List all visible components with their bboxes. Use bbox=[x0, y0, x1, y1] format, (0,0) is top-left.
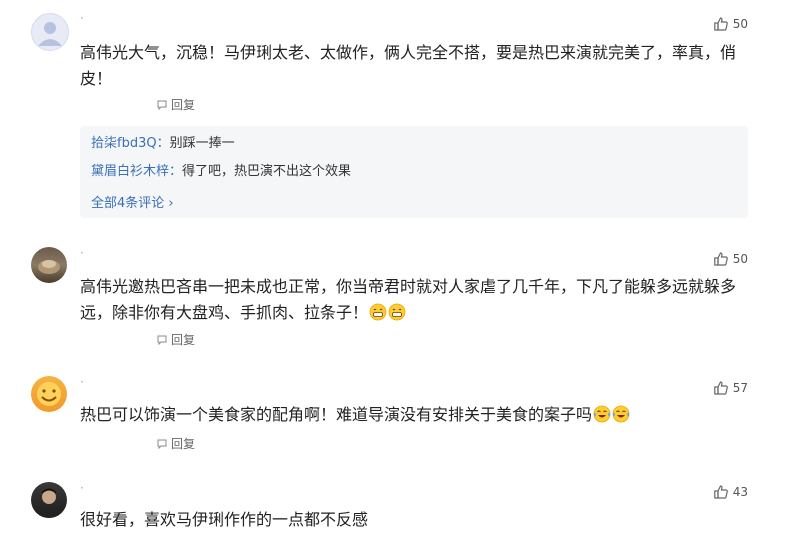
avatar[interactable] bbox=[31, 247, 67, 283]
reply-text: 别踩一捧一 bbox=[169, 136, 235, 151]
thumbs-up-icon bbox=[713, 484, 729, 500]
reply-author[interactable]: 黛眉白衫木梓： bbox=[91, 164, 182, 179]
like-button[interactable]: 50 bbox=[713, 251, 748, 267]
comment-text: 热巴可以饰演一个美食家的配角啊！难道导演没有安排关于美食的案子吗 bbox=[80, 402, 750, 428]
comment-meta: 回复 bbox=[80, 435, 195, 452]
timestamp bbox=[80, 335, 152, 345]
comment-text: 很好看，喜欢马伊琍作作的一点都不反感 bbox=[80, 510, 369, 529]
grin-emoji-icon bbox=[369, 303, 387, 321]
reply-item: 拾柒fbd3Q：别踩一捧一 bbox=[91, 135, 235, 153]
comment-meta: 回复 bbox=[80, 331, 195, 348]
avatar[interactable] bbox=[31, 482, 67, 518]
username[interactable]: · bbox=[80, 247, 84, 259]
reply-author[interactable]: 拾柒fbd3Q： bbox=[91, 136, 170, 151]
like-button[interactable]: 57 bbox=[713, 380, 748, 396]
reply-label: 回复 bbox=[171, 333, 196, 347]
timestamp bbox=[80, 100, 152, 110]
username[interactable]: · bbox=[80, 12, 84, 24]
avatar[interactable] bbox=[31, 376, 67, 412]
like-count: 50 bbox=[732, 17, 748, 31]
reply-icon bbox=[156, 334, 168, 346]
reply-icon bbox=[156, 99, 168, 111]
username[interactable]: · bbox=[80, 482, 84, 494]
thumbs-up-icon bbox=[713, 16, 729, 32]
username[interactable]: · bbox=[80, 376, 84, 388]
like-count: 50 bbox=[732, 252, 748, 266]
comment-text-content: 热巴可以饰演一个美食家的配角啊！难道导演没有安排关于美食的案子吗 bbox=[80, 405, 593, 424]
comment-text: 高伟光大气，沉稳！马伊琍太老、太做作，俩人完全不搭，要是热巴来演就完美了，率真，… bbox=[80, 43, 737, 88]
reply-item: 黛眉白衫木梓：得了吧，热巴演不出这个效果 bbox=[91, 163, 351, 181]
laugh-cry-emoji-icon bbox=[593, 405, 611, 423]
reply-icon bbox=[156, 438, 168, 450]
thumbs-up-icon bbox=[713, 380, 729, 396]
like-button[interactable]: 50 bbox=[713, 16, 748, 32]
laugh-cry-emoji-icon bbox=[612, 405, 630, 423]
avatar[interactable] bbox=[31, 13, 69, 51]
reply-text: 得了吧，热巴演不出这个效果 bbox=[182, 164, 352, 179]
thumbs-up-icon bbox=[713, 251, 729, 267]
comment-meta: 回复 bbox=[80, 96, 195, 113]
replies-box: 拾柒fbd3Q：别踩一捧一 黛眉白衫木梓：得了吧，热巴演不出这个效果 全部4条评… bbox=[80, 126, 748, 218]
like-count: 57 bbox=[732, 381, 748, 395]
reply-label: 回复 bbox=[171, 437, 196, 451]
view-all-replies-link[interactable]: 全部4条评论 › bbox=[91, 192, 174, 211]
reply-button[interactable]: 回复 bbox=[156, 96, 195, 113]
like-count: 43 bbox=[732, 485, 748, 499]
reply-button[interactable]: 回复 bbox=[156, 331, 195, 348]
reply-label: 回复 bbox=[171, 98, 196, 112]
reply-button[interactable]: 回复 bbox=[156, 435, 195, 452]
like-button[interactable]: 43 bbox=[713, 484, 748, 500]
comment-text-content: 高伟光邀热巴吝串一把未成也正常，你当帝君时就对人家虐了几千年，下凡了能躲多远就躲… bbox=[80, 277, 737, 322]
timestamp bbox=[80, 439, 152, 449]
comment-text: 高伟光邀热巴吝串一把未成也正常，你当帝君时就对人家虐了几千年，下凡了能躲多远就躲… bbox=[80, 274, 750, 326]
grin-emoji-icon bbox=[388, 303, 406, 321]
